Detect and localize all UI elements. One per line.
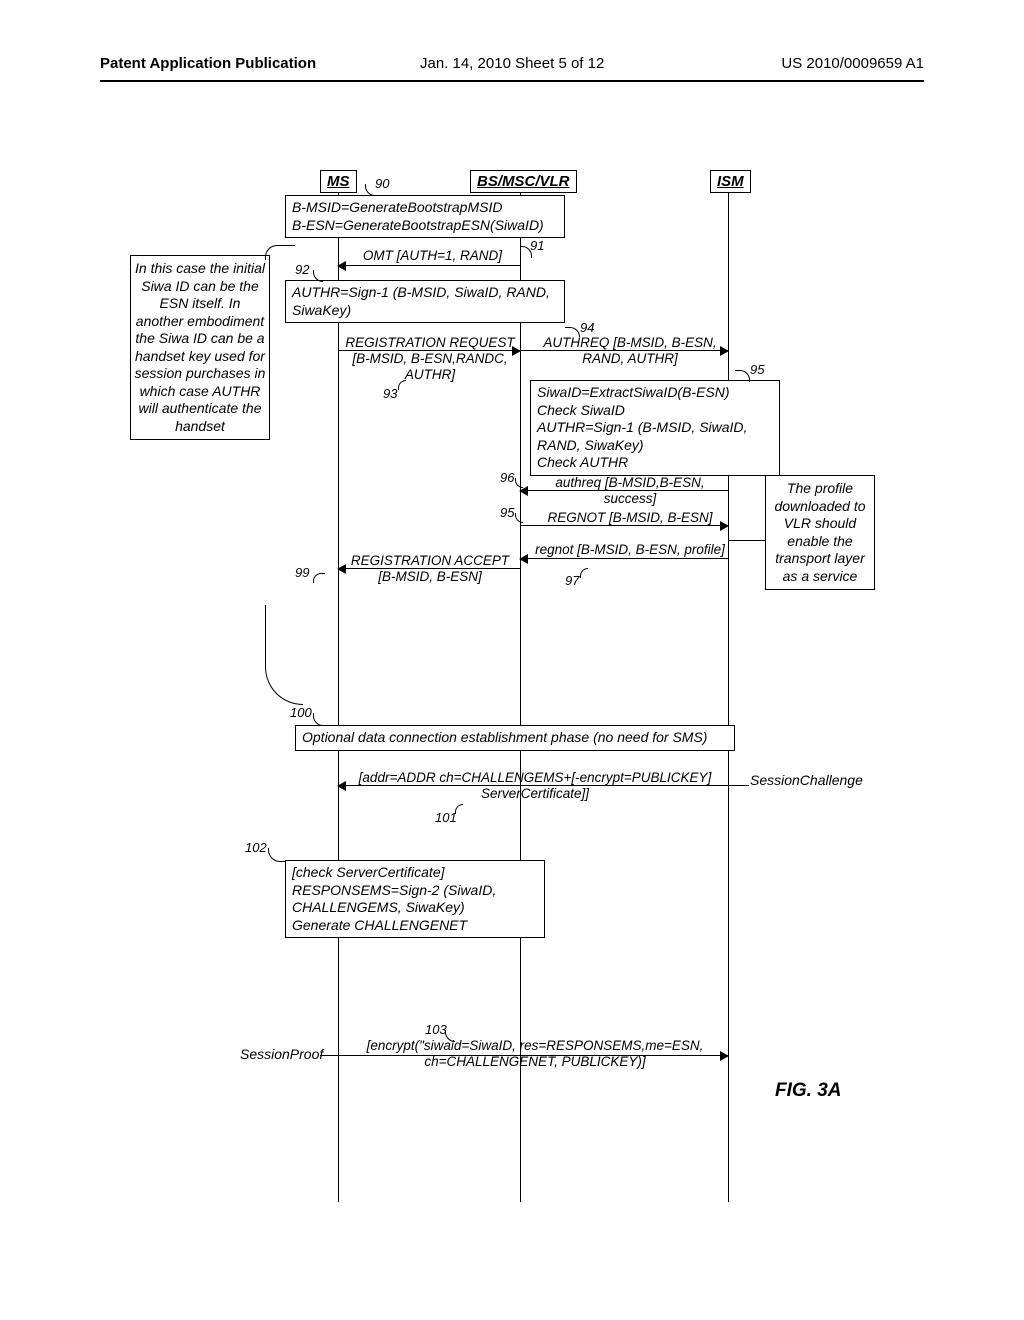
ref-100: 100: [290, 705, 312, 720]
ref-95b: 95: [750, 362, 764, 377]
ref-102: 102: [245, 840, 267, 855]
actor-ms: MS: [320, 170, 357, 193]
msg-96: authreq [B-MSID,B-ESN, success]: [535, 475, 725, 507]
ref-97: 97: [565, 573, 579, 588]
lead-99: [313, 573, 325, 583]
msg-93: REGISTRATION REQUEST [B-MSID, B-ESN,RAND…: [335, 335, 525, 384]
note-left: In this case the initial Siwa ID can be …: [130, 255, 270, 440]
header-right: US 2010/0009659 A1: [781, 55, 924, 72]
ref-103: 103: [425, 1022, 447, 1037]
ref-95: 95: [500, 505, 514, 520]
actor-ism: ISM: [710, 170, 751, 193]
lead-sessionproof: [320, 1055, 338, 1056]
actor-bs: BS/MSC/VLR: [470, 170, 577, 193]
lead-96: [515, 478, 523, 488]
note-left-lead-bottom: [265, 605, 303, 705]
ref-94: 94: [580, 320, 594, 335]
label-sessionproof: SessionProof: [240, 1046, 323, 1062]
ref-96: 96: [500, 470, 514, 485]
figure-label: FIG. 3A: [775, 1080, 842, 1102]
lead-95: [515, 513, 523, 523]
lead-95b: [735, 370, 750, 382]
ref-93: 93: [383, 386, 397, 401]
note-right-lead: [729, 540, 765, 541]
lead-sessionchallenge: [729, 785, 749, 786]
lead-102: [268, 848, 286, 862]
msg-91: OMT [AUTH=1, RAND]: [350, 248, 515, 264]
lead-101: [455, 804, 463, 814]
ref-90: 90: [375, 176, 389, 191]
header-left: Patent Application Publication: [100, 55, 316, 72]
proc-90: B-MSID=GenerateBootstrapMSID B-ESN=Gener…: [285, 195, 565, 238]
msg-101: [addr=ADDR ch=CHALLENGEMS+[-encrypt=PUBL…: [345, 770, 725, 802]
msg-97: regnot [B-MSID, B-ESN, profile]: [535, 542, 725, 558]
ref-91: 91: [530, 238, 544, 253]
header-rule: [100, 80, 924, 82]
msg-99: REGISTRATION ACCEPT [B-MSID, B-ESN]: [340, 553, 520, 585]
proc-95: SiwaID=ExtractSiwaID(B-ESN) Check SiwaID…: [530, 380, 780, 476]
sequence-diagram: MS BS/MSC/VLR ISM In this case the initi…: [135, 170, 895, 1200]
msg-94: AUTHREQ [B-MSID, B-ESN, RAND, AUTHR]: [535, 335, 725, 367]
lead-94: [565, 327, 580, 337]
ref-92: 92: [295, 262, 309, 277]
proc-92: AUTHR=Sign-1 (B-MSID, SiwaID, RAND, Siwa…: [285, 280, 565, 323]
ref-101: 101: [435, 810, 457, 825]
header-mid: Jan. 14, 2010 Sheet 5 of 12: [420, 55, 604, 72]
note-right: The profile downloaded to VLR should ena…: [765, 475, 875, 590]
msg-103: [encrypt("siwaid=SiwaID, res=RESPONSEMS,…: [345, 1038, 725, 1070]
arrow-91: [338, 265, 520, 266]
note-left-lead: [265, 245, 295, 260]
proc-102: [check ServerCertificate] RESPONSEMS=Sig…: [285, 860, 545, 938]
proc-100: Optional data connection establishment p…: [295, 725, 735, 751]
lead-97: [580, 568, 588, 578]
label-sessionchallenge: SessionChallenge: [750, 772, 863, 788]
msg-95: REGNOT [B-MSID, B-ESN]: [535, 510, 725, 526]
ref-99: 99: [295, 565, 309, 580]
